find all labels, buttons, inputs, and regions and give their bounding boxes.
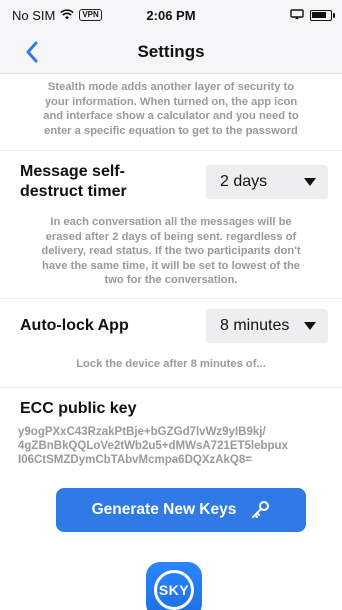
ecc-key-value: y9ogPXxC43RzakPtBje+bGZGd7lvWz9yIB9kj/ 4… <box>0 425 322 467</box>
ecc-key-title: ECC public key <box>20 400 137 417</box>
auto-lock-value: 8 minutes <box>220 316 290 334</box>
navigation-bar: Settings <box>0 30 342 74</box>
self-destruct-label: Message self- destruct timer <box>20 162 127 202</box>
self-destruct-description-line: have the same time, it will be set to lo… <box>42 259 300 272</box>
logo-ring: SKY <box>154 570 194 610</box>
self-destruct-row: Message self- destruct timer 2 days <box>0 153 342 211</box>
self-destruct-value: 2 days <box>220 173 268 190</box>
chevron-left-icon <box>26 41 38 63</box>
generate-new-keys-button[interactable]: Generate New Keys <box>56 488 306 532</box>
self-destruct-description-line: two for the conversation. <box>104 274 238 286</box>
key-icon <box>252 501 270 518</box>
back-button[interactable] <box>18 38 46 66</box>
divider <box>0 387 342 388</box>
carrier-label: No SIM <box>12 7 56 23</box>
ecc-key-line: 4gZBnBkQQLoVe2tWb2u5+dMWsA721ET5lebpux <box>18 440 288 452</box>
ecc-key-line: I06CtSMZDymCbTAbvMcmpa6DQXzAkQ8= <box>18 454 252 466</box>
caret-down-icon <box>304 321 316 330</box>
self-destruct-label-line: destruct timer <box>20 183 127 200</box>
screen-mirroring-icon <box>290 8 304 23</box>
self-destruct-label-line: Message self- <box>20 163 125 180</box>
auto-lock-description: Lock the device after 8 minutes of... <box>76 357 266 370</box>
self-destruct-description-line: In each conversation all the messages wi… <box>50 216 292 228</box>
wifi-icon <box>60 8 75 23</box>
self-destruct-dropdown[interactable]: 2 days <box>206 165 328 199</box>
stealth-description: Stealth mode adds another layer of secur… <box>0 74 342 138</box>
vpn-badge: VPN <box>79 9 102 21</box>
logo-text: SKY <box>158 582 190 598</box>
auto-lock-row: Auto-lock App 8 minutes <box>0 301 342 351</box>
auto-lock-label: Auto-lock App <box>20 316 129 334</box>
stealth-description-line: Stealth mode adds another layer of secur… <box>47 81 295 93</box>
battery-icon <box>310 9 335 21</box>
stealth-description-line: enter a specific equation to get to the … <box>44 124 298 137</box>
divider <box>0 297 342 299</box>
self-destruct-description-line: erased after 2 days of being sent. regar… <box>45 230 297 243</box>
status-left: No SIM VPN <box>12 8 102 23</box>
self-destruct-description-line: delivery, read status. If the two partic… <box>41 245 301 257</box>
divider <box>0 150 342 151</box>
caret-down-icon <box>304 178 316 186</box>
stealth-description-line: and interface show a calculator and you … <box>43 110 299 122</box>
stealth-description-line: your information. When turned on, the ap… <box>44 95 298 108</box>
generate-new-keys-label: Generate New Keys <box>91 501 237 518</box>
settings-content: Stealth mode adds another layer of secur… <box>0 74 342 610</box>
page-title: Settings <box>137 41 205 61</box>
self-destruct-description: In each conversation all the messages wi… <box>0 215 342 288</box>
auto-lock-dropdown[interactable]: 8 minutes <box>206 308 328 343</box>
status-time: 2:06 PM <box>146 7 196 23</box>
status-right <box>290 8 335 23</box>
status-bar: No SIM VPN 2:06 PM <box>0 0 342 30</box>
battery-fill <box>312 11 326 18</box>
ecc-key-line: y9ogPXxC43RzakPtBje+bGZGd7lvWz9yIB9kj/ <box>18 426 266 438</box>
app-logo: SKY <box>146 562 202 610</box>
